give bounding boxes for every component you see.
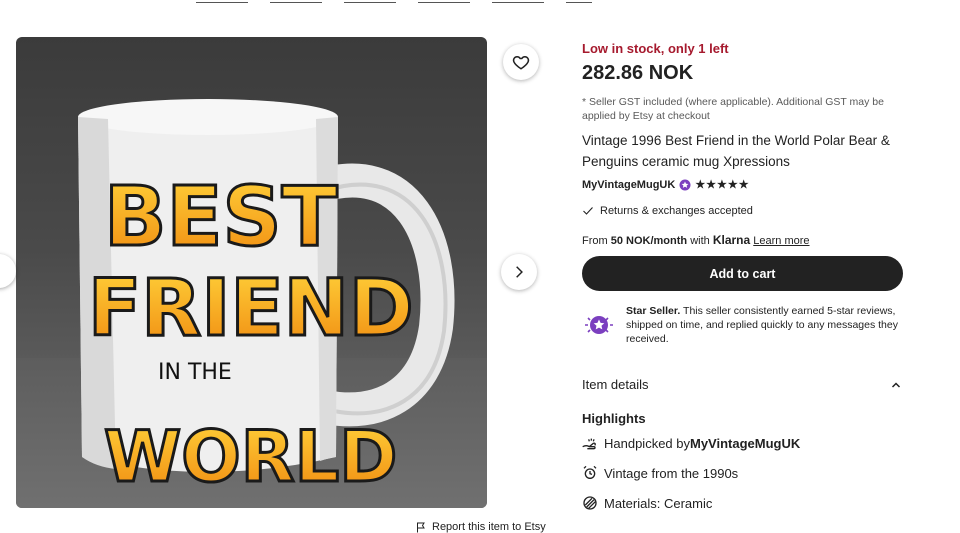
returns-text: Returns & exchanges accepted: [600, 205, 753, 217]
highlight-handpicked: Handpicked by MyVintageMugUK: [582, 436, 800, 451]
item-details-toggle[interactable]: Item details: [582, 377, 902, 392]
checkmark-icon: [583, 207, 593, 215]
seller-row: MyVintageMugUK ★★★★★: [582, 178, 902, 192]
hand-icon: [582, 438, 596, 449]
seller-name-link[interactable]: MyVintageMugUK: [582, 179, 675, 191]
heart-icon: [512, 55, 530, 70]
gst-note: * Seller GST included (where applicable)…: [582, 96, 884, 122]
mug-text-world: WORLD: [104, 416, 397, 498]
report-text: Report this item to Etsy: [432, 521, 546, 533]
breadcrumb-link[interactable]: [344, 0, 396, 3]
chevron-right-icon: [516, 266, 523, 278]
prev-image-button[interactable]: [0, 254, 16, 288]
handpicked-prefix: Handpicked by: [604, 436, 690, 451]
materials-icon: [583, 496, 597, 510]
rating-stars[interactable]: ★★★★★: [695, 178, 749, 191]
highlight-materials: Materials: Ceramic: [582, 495, 712, 511]
mug-illustration: BEST FRIEND WORLD IN THE: [78, 99, 455, 500]
price: 282.86 NOK: [582, 62, 694, 84]
favorite-button[interactable]: [503, 44, 539, 80]
highlights-heading: Highlights: [582, 411, 646, 426]
breadcrumb-link[interactable]: [492, 0, 544, 3]
breadcrumb-link[interactable]: [418, 0, 470, 3]
star-seller-text: Star Seller. This seller consistently ea…: [626, 304, 910, 346]
breadcrumb: [196, 0, 592, 3]
chevron-up-icon: [891, 381, 901, 388]
item-details-label: Item details: [582, 377, 649, 392]
mug-text-in-the: IN THE: [158, 360, 232, 385]
klarna-row: From 50 NOK/month with Klarna Learn more: [582, 233, 902, 247]
flag-icon: [417, 522, 425, 532]
star-seller-icon: [585, 316, 613, 334]
mug-text-friend: FRIEND: [88, 264, 414, 354]
product-title: Vintage 1996 Best Friend in the World Po…: [582, 133, 890, 169]
materials-text: Materials: Ceramic: [604, 495, 713, 511]
product-image[interactable]: BEST FRIEND WORLD IN THE: [16, 37, 487, 508]
report-item-link[interactable]: Report this item to Etsy: [416, 521, 546, 533]
vintage-text: Vintage from the 1990s: [604, 465, 739, 481]
stock-status: Low in stock, only 1 left: [582, 41, 729, 56]
add-to-cart-button[interactable]: Add to cart: [582, 256, 903, 291]
breadcrumb-link[interactable]: [196, 0, 248, 3]
klarna-prefix: From: [582, 235, 611, 247]
star-seller-badge-icon: [679, 179, 691, 190]
klarna-amount: 50 NOK/month: [610, 235, 688, 247]
klarna-with: with: [687, 235, 713, 247]
alarm-clock-icon: [583, 465, 597, 479]
breadcrumb-link[interactable]: [566, 0, 592, 3]
breadcrumb-link[interactable]: [270, 0, 322, 3]
next-image-button[interactable]: [501, 254, 537, 290]
learn-more-link[interactable]: Learn more: [753, 235, 809, 247]
handpicked-seller-link[interactable]: MyVintageMugUK: [690, 436, 800, 451]
mug-text-best: BEST: [104, 170, 338, 265]
highlight-vintage: Vintage from the 1990s: [582, 465, 738, 481]
star-seller-label: Star Seller.: [626, 305, 681, 317]
returns-row: Returns & exchanges accepted: [582, 205, 902, 217]
klarna-logo: Klarna: [712, 233, 751, 247]
